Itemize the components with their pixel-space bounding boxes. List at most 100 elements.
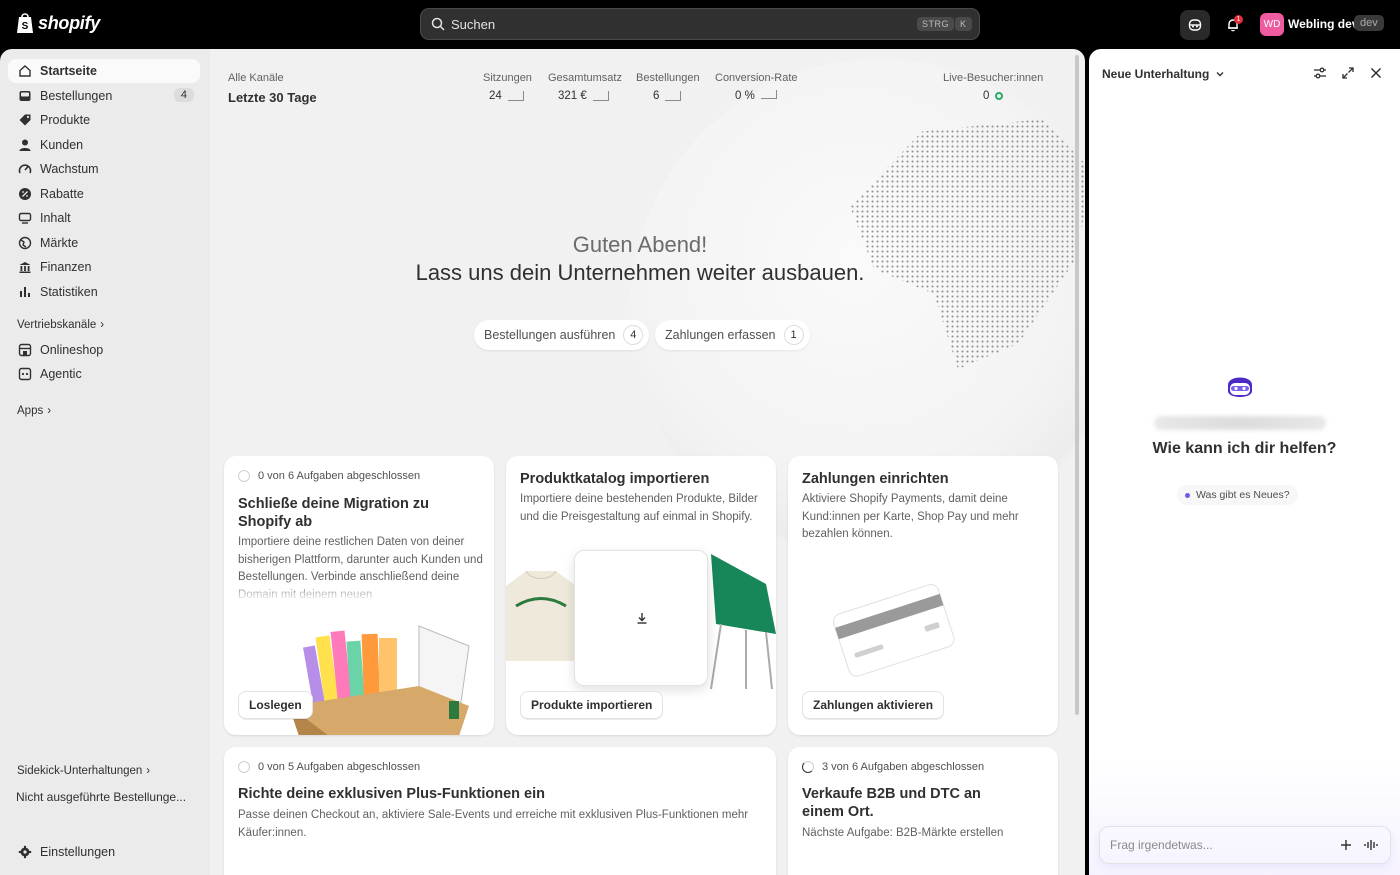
sidebar: Startseite Bestellungen 4 Produkte Kunde… [0,49,210,875]
sidebar-item-bestellungen[interactable]: Bestellungen 4 [8,84,200,108]
logo-text: shopify [38,12,100,33]
search-placeholder: Suchen [451,16,496,32]
live-status-icon [995,92,1004,100]
sparkline-icon [665,91,682,101]
apps-heading[interactable]: Apps › [17,405,51,417]
metric-value-text: 6 [653,90,660,102]
sidekick-conversations-heading[interactable]: Sidekick-Unterhaltungen › [17,765,150,777]
activate-payments-button[interactable]: Zahlungen aktivieren [802,691,945,719]
progress-ring-icon [802,761,814,773]
sidebar-item-label: Einstellungen [40,845,116,859]
sidebar-item-maerkte[interactable]: Märkte [8,231,200,255]
period-filter[interactable]: Letzte 30 Tage [228,90,317,105]
inbox-icon [19,91,31,101]
settings-sliders-icon[interactable] [1313,66,1327,80]
card-title: Verkaufe B2B und DTC an einem Ort. [802,786,981,820]
sidekick-icon [1188,19,1202,31]
metric-label[interactable]: Conversion-Rate [715,72,798,84]
help-heading: Wie kann ich dir helfen? [1152,440,1337,457]
person-icon [19,139,31,151]
text-fade [224,580,494,602]
metric-value-text: 24 [489,90,502,102]
sidebar-item-label: Bestellungen [40,89,113,103]
live-visitors-label[interactable]: Live-Besucher:innen [943,72,1043,84]
ask-placeholder: Frag irgendetwas... [1110,838,1213,852]
gauge-icon [18,164,32,174]
notifications-button[interactable]: 1 [1218,10,1248,40]
expand-icon[interactable] [1341,66,1355,80]
search-input[interactable]: Suchen STRG K [420,8,980,40]
sidebar-item-label: Wachstum [40,162,99,176]
sidebar-item-kunden[interactable]: Kunden [8,133,200,157]
sales-channels-label: Vertriebskanäle [17,319,97,331]
sidebar-item-onlineshop[interactable]: Onlineshop [8,338,200,362]
shortcut-key-k: K [955,17,972,31]
main-scrollbar[interactable] [1075,55,1079,715]
progress-text: 0 von 6 Aufgaben abgeschlossen [258,470,421,482]
store-name[interactable]: Webling dev [1288,17,1358,31]
sparkline-icon [760,89,777,99]
conversation-title: Neue Unterhaltung [1102,67,1210,81]
conversation-selector[interactable]: Neue Unterhaltung [1102,67,1225,81]
sidebar-item-finanzen[interactable]: Finanzen [8,255,200,279]
metric-label[interactable]: Bestellungen [636,72,700,84]
sidebar-item-label: Startseite [40,64,97,78]
upload-dropzone[interactable] [574,550,708,686]
sidebar-item-rabatte[interactable]: Rabatte [8,182,200,206]
task-progress: 3 von 6 Aufgaben abgeschlossen [802,761,984,773]
sidebar-item-produkte[interactable]: Produkte [8,108,200,132]
conversation-link[interactable]: Nicht ausgeführte Bestellunge... [16,790,186,804]
sidebar-item-wachstum[interactable]: Wachstum [8,157,200,181]
import-products-button[interactable]: Produkte importieren [520,691,664,719]
bank-icon [19,262,31,273]
sidebar-item-label: Inhalt [40,211,71,225]
suggestion-chip[interactable]: Was gibt es Neues? [1177,485,1298,505]
discount-icon [19,188,31,200]
voice-icon[interactable] [1364,839,1378,851]
card-description: Passe deinen Checkout an, aktiviere Sale… [238,809,749,839]
fulfill-orders-button[interactable]: Bestellungen ausführen 4 [474,320,650,350]
blurred-greeting [1154,416,1326,430]
sidebar-item-einstellungen[interactable]: Einstellungen [8,840,200,864]
live-visitors-value: 0 [983,90,1004,102]
shopify-logo[interactable]: S shopify [16,12,100,34]
avatar[interactable]: WD [1260,13,1284,36]
sidebar-item-startseite[interactable]: Startseite [8,59,200,83]
pill-label: Zahlungen erfassen [665,328,776,342]
channel-filter[interactable]: Alle Kanäle [228,72,284,84]
sidebar-item-label: Onlineshop [40,343,104,357]
migration-card: 0 von 6 Aufgaben abgeschlossen Schließe … [224,456,494,735]
sidebar-item-agentic[interactable]: Agentic [8,362,200,386]
credit-card-illustration [833,584,955,677]
home-icon [19,65,31,77]
metric-label[interactable]: Sitzungen [483,72,532,84]
apps-label: Apps [17,405,44,417]
shopify-bag-icon: S [17,13,33,33]
shortcut-key-ctrl: STRG [917,17,955,31]
chevron-right-icon: › [146,765,151,777]
chevron-right-icon: › [47,405,52,417]
sweater-illustration [506,570,576,661]
globe-icon [18,236,32,250]
payments-card: Zahlungen einrichten Aktiviere Shopify P… [788,456,1058,735]
sidekick-panel: Neue Unterhaltung Wie kann ich dir helfe… [1089,49,1400,875]
capture-payments-button[interactable]: Zahlungen erfassen 1 [655,320,810,350]
metric-value: 24 [489,90,524,102]
plus-icon[interactable] [1340,839,1352,851]
metric-label[interactable]: Gesamtumsatz [548,72,622,84]
sidebar-item-statistiken[interactable]: Statistiken [8,280,200,304]
sidebar-item-label: Rabatte [40,187,84,201]
sales-channels-heading[interactable]: Vertriebskanäle › [17,319,104,331]
top-bar: S shopify Suchen STRG K 1 WD Webling dev… [0,0,1400,49]
sidekick-button[interactable] [1180,10,1210,40]
card-title: Schließe deine Migration zu Shopify ab [238,496,429,530]
sidebar-item-inhalt[interactable]: Inhalt [8,206,200,230]
greeting-subtitle: Lass uns dein Unternehmen weiter ausbaue… [415,260,865,285]
sidebar-item-label: Statistiken [40,285,98,299]
close-icon[interactable] [1369,66,1383,80]
ask-input[interactable]: Frag irgendetwas... [1099,826,1391,864]
card-title: Richte deine exklusiven Plus-Funktionen … [238,786,545,802]
metric-value: 321 € [558,90,609,102]
get-started-button[interactable]: Loslegen [238,691,313,719]
sidekick-avatar-icon [1228,377,1252,397]
